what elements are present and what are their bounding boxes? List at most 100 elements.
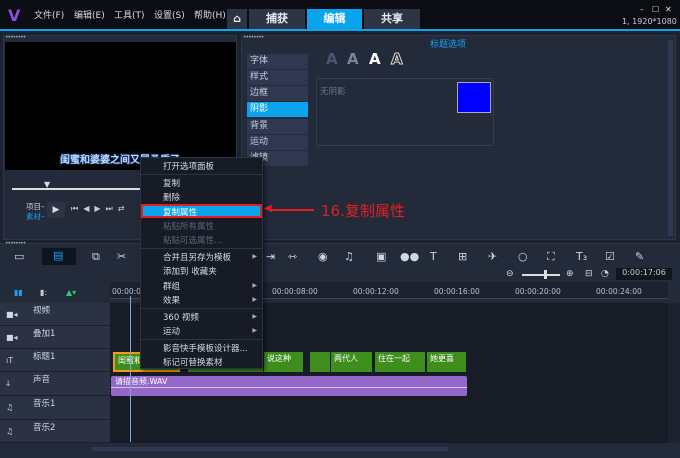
chapter-icon[interactable]: ▮: — [40, 288, 47, 297]
title-clip[interactable]: 她更喜 — [427, 352, 466, 372]
audio-clip-name: 请描音频.WAV — [115, 377, 168, 386]
tab-edit[interactable]: 编辑 — [307, 9, 362, 29]
zoom-slider[interactable] — [522, 274, 560, 276]
tab-share[interactable]: 共享 — [364, 9, 420, 29]
copy-clip-icon[interactable]: ⧉ — [92, 250, 100, 264]
menu-item-effects[interactable]: 效果 — [163, 294, 180, 306]
shadow-preset-outline[interactable]: A — [391, 50, 404, 69]
zoom-in-icon[interactable]: ⊕ — [566, 269, 574, 279]
menu-item-template-designer[interactable]: 影音快手模板设计器... — [163, 342, 248, 354]
options-scrollbar[interactable] — [668, 40, 673, 236]
menu-item-paste-all-attributes[interactable]: 粘贴所有属性 — [163, 220, 214, 232]
menu-item-open-options[interactable]: 打开选项面板 — [163, 160, 214, 172]
menu-item-delete[interactable]: 删除 — [163, 191, 180, 203]
menu-item-motion[interactable]: 运动 — [163, 325, 180, 337]
ruler-label: 00:00:12:00 — [353, 287, 399, 296]
motion-icon[interactable]: ✈ — [488, 250, 497, 263]
crop-icon[interactable]: ⛶ — [547, 250, 555, 264]
multi-camera-icon[interactable]: ●● — [400, 250, 419, 263]
transport-controls[interactable]: ⏮◀▶⏭⇄ — [71, 204, 129, 214]
submenu-arrow-icon: ▶ — [252, 296, 257, 303]
tab-shadow[interactable]: 阴影 — [247, 102, 308, 117]
split-screen-icon[interactable]: ⊞ — [458, 250, 467, 263]
timeline-view-button[interactable]: ▤ — [42, 248, 76, 265]
music-track-icon: ♫ — [6, 403, 14, 412]
submenu-arrow-icon: ▶ — [252, 282, 257, 289]
shadow-preset-drop[interactable]: A — [347, 50, 359, 68]
track-voice[interactable]: ↆ 声音 — [0, 372, 110, 396]
scrub-bar[interactable] — [12, 188, 142, 190]
audio-waveform — [111, 387, 467, 388]
audio-mixer-icon[interactable]: ♫ — [344, 250, 354, 263]
timeline-hscrollbar[interactable] — [92, 447, 448, 451]
panel-grip[interactable]: •••••••• — [243, 34, 264, 41]
title-icon[interactable]: T — [430, 250, 437, 263]
play-button[interactable]: ▶ — [47, 202, 65, 218]
playhead[interactable] — [130, 296, 131, 442]
timeline-view-icon: ▤ — [53, 249, 64, 262]
close-button[interactable]: ✕ — [665, 5, 672, 14]
home-tab-icon[interactable]: ⌂ — [227, 9, 247, 29]
maximize-button[interactable]: ☐ — [652, 5, 659, 14]
add-track-icon[interactable]: ▲▾ — [66, 288, 76, 297]
panel-grip[interactable]: •••••••• — [5, 34, 26, 41]
tab-border[interactable]: 边框 — [247, 86, 308, 101]
menu-item-merge-save-template[interactable]: 合并且另存为模板 — [163, 251, 231, 263]
tab-background[interactable]: 背景 — [247, 119, 308, 134]
video-track-icon: ■◂ — [6, 310, 18, 319]
edit-icon[interactable]: ✎ — [635, 250, 644, 263]
tab-font[interactable]: 字体 — [247, 54, 308, 69]
panel-grip[interactable]: •••••••• — [5, 240, 26, 247]
menu-file[interactable]: 文件(F) — [34, 8, 64, 21]
menu-edit[interactable]: 编辑(E) — [74, 8, 105, 21]
mode-clip[interactable]: 素材– — [26, 211, 45, 222]
track-title[interactable]: ıT 标题1 — [0, 349, 110, 372]
3d-title-icon[interactable]: T₃ — [576, 250, 587, 263]
menu-item-group[interactable]: 群组 — [163, 280, 180, 292]
annotation-arrow — [270, 209, 314, 211]
scrub-handle[interactable]: ▼ — [44, 180, 50, 189]
resize-icon[interactable]: ⇿ — [288, 250, 297, 263]
tools-icon[interactable]: ✂ — [117, 250, 126, 263]
title-clip[interactable]: 住在一起 — [375, 352, 425, 372]
fit-icon[interactable]: ⊟ — [585, 269, 593, 279]
track-name: 声音 — [33, 375, 51, 385]
menu-item-paste-selected-attributes[interactable]: 粘贴可选属性... — [163, 234, 222, 246]
menu-tools[interactable]: 工具(T) — [114, 8, 145, 21]
track-music1[interactable]: ♫ 音乐1 — [0, 396, 110, 420]
audio-clip[interactable]: 请描音频.WAV — [111, 376, 467, 396]
mask-icon[interactable]: ○ — [518, 250, 528, 263]
tab-capture[interactable]: 捕获 — [249, 9, 305, 29]
menu-item-copy[interactable]: 复制 — [163, 177, 180, 189]
ruler-label: 00:00:08:00 — [272, 287, 318, 296]
title-clip[interactable]: 说这种 — [264, 352, 303, 372]
menu-item-360-video[interactable]: 360 视频 — [163, 311, 199, 323]
menu-help[interactable]: 帮助(H) — [194, 8, 226, 21]
title-clip[interactable]: 两代人 — [331, 352, 372, 372]
track-overlay[interactable]: ■◂ 叠加1 — [0, 326, 110, 349]
context-menu: 打开选项面板 复制 删除 复制属性 粘贴所有属性 粘贴可选属性... 合并且另存… — [140, 157, 263, 369]
track-music2[interactable]: ♫ 音乐2 — [0, 420, 110, 443]
title-clip[interactable] — [310, 352, 330, 372]
shadow-preset-glow[interactable]: A — [369, 50, 381, 68]
shadow-color-swatch[interactable] — [457, 82, 491, 113]
split-icon[interactable]: ⇥ — [266, 250, 275, 263]
track-manager-icon[interactable]: ▮▮ — [14, 288, 23, 297]
subtitle-icon[interactable]: ▣ — [376, 250, 386, 263]
tab-motion[interactable]: 运动 — [247, 135, 308, 150]
minimize-button[interactable]: – — [640, 5, 644, 14]
menu-item-mark-replaceable[interactable]: 标记可替换素材 — [163, 356, 223, 368]
storyboard-view-icon[interactable]: ▭ — [14, 250, 24, 263]
shadow-preset-none[interactable]: A — [326, 50, 338, 68]
resolution-label: 1, 1920*1080 — [622, 17, 677, 26]
checklist-icon[interactable]: ☑ — [605, 250, 615, 263]
menu-settings[interactable]: 设置(S) — [154, 8, 185, 21]
menu-item-add-favorites[interactable]: 添加到 收藏夹 — [163, 265, 217, 277]
record-icon[interactable]: ◉ — [318, 250, 328, 263]
timecode-display[interactable]: 0:00:17:06 — [616, 268, 672, 280]
zoom-out-icon[interactable]: ⊖ — [506, 269, 514, 279]
tab-style[interactable]: 样式 — [247, 70, 308, 85]
track-video[interactable]: ■◂ 视频 — [0, 303, 110, 326]
menu-item-copy-attributes[interactable]: 复制属性 — [141, 204, 262, 218]
zoom-slider-handle[interactable] — [544, 270, 547, 279]
